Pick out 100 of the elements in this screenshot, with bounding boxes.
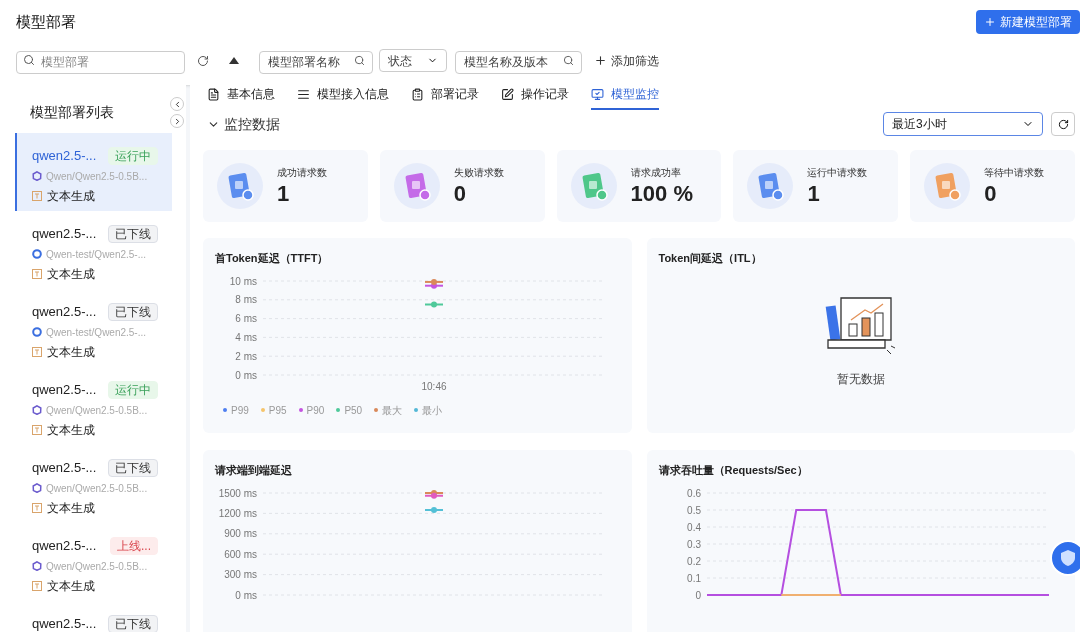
sidebar-title: 模型部署列表 [29, 103, 115, 122]
tab[interactable]: 操作记录 [501, 85, 569, 110]
plus-icon [594, 54, 607, 67]
expand-right-button[interactable] [170, 114, 184, 128]
legend-label: 最小 [422, 403, 443, 418]
text-type-icon [32, 190, 42, 201]
deployment-name: qwen2.5-... [32, 615, 97, 632]
chart-title: 首Token延迟（TTFT） [215, 251, 330, 266]
data-point [431, 301, 437, 307]
deployment-name: qwen2.5-... [32, 147, 97, 165]
deployment-name: qwen2.5-... [32, 381, 97, 399]
y-axis-label: 0 ms [235, 589, 257, 600]
stat-label: 等待中请求数 [984, 165, 1045, 180]
model-logo-icon [32, 483, 42, 493]
model-logo-icon [32, 249, 42, 259]
plus-icon [984, 16, 996, 28]
y-axis-label: 600 ms [224, 548, 257, 560]
model-logo-icon [32, 327, 42, 337]
stat-document-icon [570, 163, 617, 209]
add-filter-button[interactable]: 添加筛选 [594, 51, 659, 70]
status-tag: 运行中 [108, 146, 158, 165]
model-name: Qwen-test/Qwen2.5-... [46, 325, 147, 340]
model-name: Qwen/Qwen2.5-0.5B... [46, 559, 148, 574]
y-axis-label: 2 ms [235, 350, 257, 362]
collapse-left-button[interactable] [170, 97, 184, 111]
legend-label: P90 [306, 403, 325, 418]
refresh-icon[interactable] [197, 54, 209, 67]
y-axis-label: 10 ms [229, 275, 257, 286]
deployment-list-item[interactable]: qwen2.5-... 已下线 Qwen-test/Qwen2.5-... 文本生成 [15, 289, 172, 367]
deployment-list-item[interactable]: qwen2.5-... 运行中 Qwen/Qwen2.5-0.5B... 文本生成 [15, 367, 172, 445]
deployment-name: qwen2.5-... [32, 459, 97, 477]
time-range-select[interactable]: 最近3小时 [883, 112, 1043, 136]
refresh-icon [1057, 118, 1069, 130]
new-deployment-button[interactable]: 新建模型部署 [976, 10, 1080, 34]
stat-value: 100 % [630, 179, 693, 208]
page-title: 模型部署 [16, 11, 76, 32]
stat-label: 运行中请求数 [807, 165, 868, 180]
text-type-icon [32, 346, 42, 357]
deployment-list-item[interactable]: qwen2.5-... 已下线 Qwen/Qwen2.5-0.5B... 文本生成 [15, 445, 172, 523]
legend-label: P99 [231, 403, 249, 418]
model-name: Qwen/Qwen2.5-0.5B... [46, 169, 148, 184]
stat-value: 1 [277, 179, 291, 208]
tab[interactable]: 模型接入信息 [297, 85, 389, 110]
status-tag: 已下线 [108, 458, 158, 477]
model-name: Qwen-test/Qwen2.5-... [46, 247, 147, 262]
y-axis-label: 0.6 [686, 487, 701, 498]
search-field[interactable]: 模型部署 [16, 50, 185, 74]
status-select[interactable]: 状态 [379, 49, 447, 72]
text-type-icon [32, 268, 42, 279]
task-type: 文本生成 [47, 421, 95, 439]
stat-document-icon [924, 163, 971, 209]
stat-label: 请求成功率 [630, 165, 682, 180]
y-axis-label: 0.4 [686, 521, 701, 532]
task-type: 文本生成 [47, 499, 95, 517]
deployment-list-item[interactable]: qwen2.5-... 上线... Qwen/Qwen2.5-0.5B... 文本生成 [15, 523, 172, 601]
deployment-name: qwen2.5-... [32, 225, 97, 243]
stat-value: 0 [984, 179, 998, 208]
tab[interactable]: 基本信息 [207, 85, 275, 110]
section-toggle[interactable]: 监控数据 [203, 113, 280, 135]
status-tag: 已下线 [108, 224, 158, 243]
y-axis-label: 0.1 [686, 572, 701, 583]
document-icon [207, 87, 220, 101]
legend-label: P95 [268, 403, 287, 418]
tab[interactable]: 部署记录 [411, 85, 479, 110]
status-tag: 上线... [110, 536, 158, 555]
refresh-button[interactable] [1051, 112, 1075, 136]
task-type: 文本生成 [47, 343, 95, 361]
status-tag: 已下线 [108, 614, 158, 632]
task-type: 文本生成 [47, 265, 95, 283]
stat-label: 失败请求数 [453, 165, 504, 180]
clipboard-icon [411, 87, 424, 101]
legend-label: P50 [344, 403, 363, 418]
model-logo-icon [32, 561, 42, 571]
deployment-list-item[interactable]: qwen2.5-... 已下线 [15, 601, 172, 632]
deployment-list-item[interactable]: qwen2.5-... 已下线 Qwen-test/Qwen2.5-... 文本生成 [15, 211, 172, 289]
model-filter-field[interactable]: 模型名称及版本 [455, 50, 582, 74]
monitor-icon [591, 87, 604, 101]
y-axis-label: 900 ms [224, 527, 257, 539]
y-axis-label: 300 ms [224, 568, 257, 580]
deployment-name: qwen2.5-... [32, 303, 97, 321]
stat-label: 成功请求数 [277, 165, 327, 180]
stat-value: 0 [453, 179, 468, 208]
y-axis-label: 0 ms [235, 369, 257, 380]
name-filter-field[interactable]: 模型部署名称 [259, 50, 373, 74]
deployment-list-item[interactable]: qwen2.5-... 运行中 Qwen/Qwen2.5-0.5B... 文本生成 [15, 133, 172, 211]
stat-document-icon [393, 163, 440, 209]
deployment-name: qwen2.5-... [32, 537, 97, 555]
search-icon [23, 54, 35, 66]
edit-icon [501, 87, 514, 101]
model-name: Qwen/Qwen2.5-0.5B... [46, 403, 148, 418]
list-icon [297, 87, 310, 101]
search-icon [354, 55, 365, 66]
task-type: 文本生成 [47, 577, 95, 595]
tab[interactable]: 模型监控 [591, 85, 659, 110]
stat-document-icon [747, 163, 794, 209]
y-axis-label: 6 ms [235, 312, 257, 324]
shield-icon [1059, 549, 1077, 567]
chart-title: 请求吞吐量（Requests/Sec） [658, 463, 809, 478]
y-axis-label: 8 ms [235, 293, 257, 305]
collapse-caret-icon[interactable] [229, 57, 239, 64]
